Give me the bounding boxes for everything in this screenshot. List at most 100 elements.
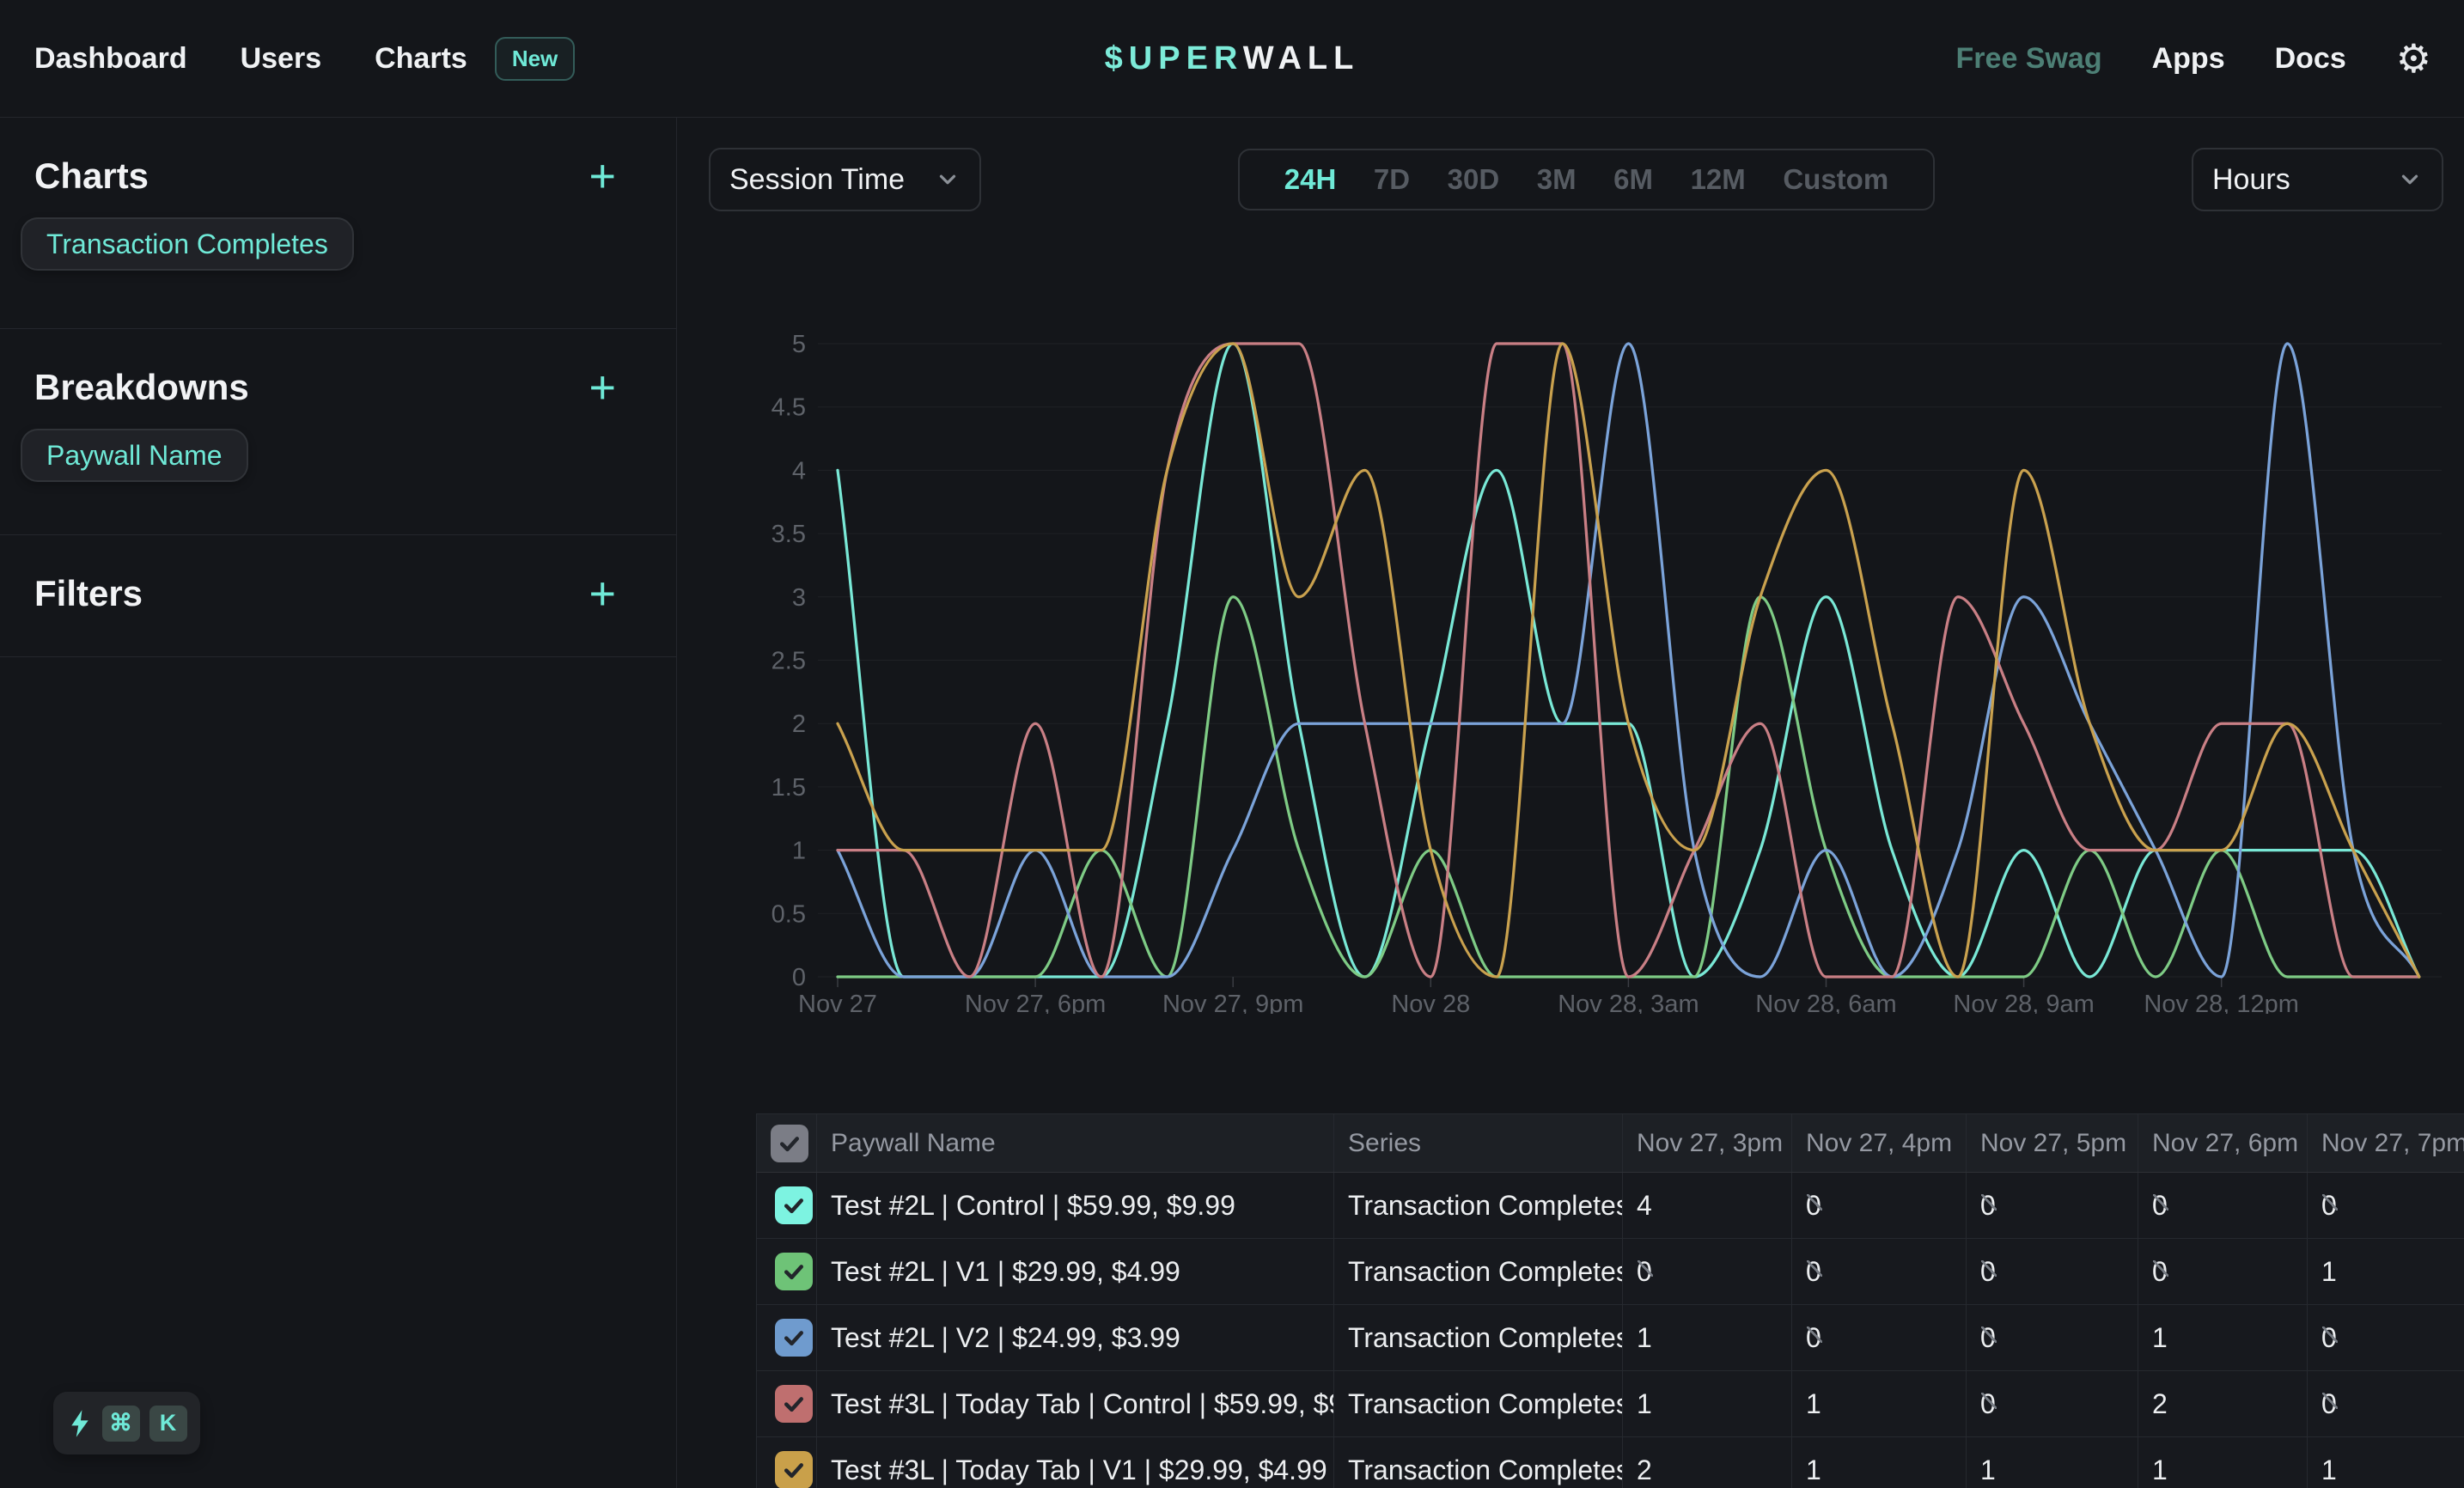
svg-text:Nov 28, 12pm: Nov 28, 12pm [2144, 991, 2299, 1014]
logo-white-part: WALL [1243, 40, 1360, 76]
granularity-select-value: Hours [2212, 163, 2290, 197]
sidebar-section-filters: Filters + [0, 535, 676, 657]
svg-text:0: 0 [792, 964, 806, 991]
col-paywall-name: Paywall Name [817, 1114, 1334, 1173]
nav-dashboard[interactable]: Dashboard [34, 42, 187, 76]
value-cell: 0 [1792, 1173, 1967, 1239]
value-cell: 1 [1792, 1371, 1967, 1437]
add-filter-button[interactable]: + [589, 576, 616, 611]
value-cell: 4 [1623, 1173, 1792, 1239]
range-3m[interactable]: 3M [1537, 163, 1577, 196]
nav-free-swag[interactable]: Free Swag [1956, 42, 2102, 76]
svg-text:Nov 28, 3am: Nov 28, 3am [1558, 991, 1699, 1014]
table-row: Test #2L | V2 | $24.99, $3.99Transaction… [757, 1305, 2464, 1371]
value-cell: 0 [1967, 1305, 2138, 1371]
row-checkbox[interactable] [775, 1319, 813, 1357]
value-cell: 1 [1623, 1371, 1792, 1437]
main-content: Session Time 24H 7D 30D 3M 6M 12M Custom… [677, 118, 2464, 1488]
svg-text:1: 1 [792, 838, 806, 865]
value-cell: 1 [2138, 1437, 2308, 1488]
command-palette-hint[interactable]: ⌘ K [53, 1392, 200, 1454]
settings-gear-icon[interactable]: ⚙ [2396, 39, 2431, 78]
svg-text:Nov 27: Nov 27 [798, 991, 877, 1014]
range-12m[interactable]: 12M [1691, 163, 1746, 196]
nav-docs[interactable]: Docs [2275, 42, 2346, 76]
value-cell: 0 [1792, 1305, 1967, 1371]
table-row: Test #3L | Today Tab | Control | $59.99,… [757, 1371, 2464, 1437]
series-cell: Transaction Completes [1334, 1371, 1623, 1437]
table-row: Test #2L | V1 | $29.99, $4.99Transaction… [757, 1239, 2464, 1305]
table-row: Test #3L | Today Tab | V1 | $29.99, $4.9… [757, 1437, 2464, 1488]
logo-teal-part: $UPER [1105, 40, 1243, 76]
range-30d[interactable]: 30D [1448, 163, 1500, 196]
time-range-group: 24H 7D 30D 3M 6M 12M Custom [1238, 149, 1935, 210]
breakdown-table-wrap: Paywall Name Series Nov 27, 3pm Nov 27, … [756, 1113, 2464, 1488]
value-cell: 1 [1623, 1305, 1792, 1371]
value-cell: 0 [2308, 1371, 2464, 1437]
value-cell: 1 [2308, 1437, 2464, 1488]
paywall-name-cell: Test #3L | Today Tab | V1 | $29.99, $4.9… [817, 1437, 1334, 1488]
value-cell: 1 [2138, 1305, 2308, 1371]
sidebar-section-breakdowns: Breakdowns + Paywall Name [0, 329, 676, 535]
new-badge: New [495, 37, 575, 81]
svg-text:1.5: 1.5 [772, 774, 806, 802]
svg-text:Nov 27, 6pm: Nov 27, 6pm [965, 991, 1106, 1014]
row-checkbox[interactable] [775, 1385, 813, 1423]
svg-text:Nov 28: Nov 28 [1391, 991, 1470, 1014]
col-nov27-5pm: Nov 27, 5pm [1967, 1114, 2138, 1173]
range-7d[interactable]: 7D [1374, 163, 1410, 196]
cmd-keycap: ⌘ [102, 1406, 140, 1442]
svg-text:Nov 28, 9am: Nov 28, 9am [1953, 991, 2094, 1014]
nav-users[interactable]: Users [241, 42, 322, 76]
row-checkbox[interactable] [775, 1253, 813, 1290]
paywall-name-cell: Test #3L | Today Tab | Control | $59.99,… [817, 1371, 1334, 1437]
series-cell: Transaction Completes [1334, 1437, 1623, 1488]
value-cell: 0 [2138, 1173, 2308, 1239]
nav-right-group: Free Swag Apps Docs ⚙ [1956, 39, 2431, 78]
add-chart-button[interactable]: + [589, 159, 616, 193]
add-breakdown-button[interactable]: + [589, 370, 616, 405]
paywall-name-cell: Test #2L | V2 | $24.99, $3.99 [817, 1305, 1334, 1371]
col-nov27-7pm: Nov 27, 7pm [2308, 1114, 2464, 1173]
svg-text:0.5: 0.5 [772, 900, 806, 928]
range-custom[interactable]: Custom [1783, 163, 1888, 196]
granularity-select[interactable]: Hours [2192, 148, 2443, 211]
col-series: Series [1334, 1114, 1623, 1173]
paywall-name-cell: Test #2L | Control | $59.99, $9.99 [817, 1173, 1334, 1239]
range-6m[interactable]: 6M [1613, 163, 1653, 196]
value-cell: 1 [1792, 1437, 1967, 1488]
svg-text:5: 5 [792, 331, 806, 358]
value-cell: 1 [1967, 1437, 2138, 1488]
row-checkbox[interactable] [775, 1186, 813, 1224]
value-cell: 0 [1967, 1173, 2138, 1239]
value-cell: 0 [2308, 1173, 2464, 1239]
lightning-bolt-icon [67, 1409, 93, 1438]
metric-select[interactable]: Session Time [709, 148, 981, 211]
svg-text:2.5: 2.5 [772, 648, 806, 675]
value-cell: 2 [2138, 1371, 2308, 1437]
nav-charts[interactable]: Charts [375, 42, 467, 76]
breakdowns-section-title: Breakdowns [34, 369, 249, 406]
chip-transaction-completes[interactable]: Transaction Completes [21, 217, 354, 271]
value-cell: 0 [1623, 1239, 1792, 1305]
nav-apps[interactable]: Apps [2152, 42, 2225, 76]
col-nov27-6pm: Nov 27, 6pm [2138, 1114, 2308, 1173]
svg-text:2: 2 [792, 710, 806, 738]
chevron-down-icon [2397, 167, 2423, 192]
col-nov27-3pm: Nov 27, 3pm [1623, 1114, 1792, 1173]
range-24h[interactable]: 24H [1284, 163, 1337, 196]
svg-text:Nov 27, 9pm: Nov 27, 9pm [1162, 991, 1303, 1014]
chip-paywall-name[interactable]: Paywall Name [21, 429, 248, 482]
value-cell: 1 [2308, 1239, 2464, 1305]
paywall-name-cell: Test #2L | V1 | $29.99, $4.99 [817, 1239, 1334, 1305]
svg-text:3.5: 3.5 [772, 521, 806, 548]
select-all-checkbox[interactable] [771, 1125, 808, 1162]
sidebar-section-charts: Charts + Transaction Completes [0, 118, 676, 329]
value-cell: 0 [1792, 1239, 1967, 1305]
filters-section-title: Filters [34, 575, 143, 613]
superwall-logo: $UPERWALL [1105, 40, 1360, 77]
series-cell: Transaction Completes [1334, 1239, 1623, 1305]
svg-text:3: 3 [792, 584, 806, 612]
top-navbar: Dashboard Users Charts New $UPERWALL Fre… [0, 0, 2464, 118]
row-checkbox[interactable] [775, 1451, 813, 1488]
